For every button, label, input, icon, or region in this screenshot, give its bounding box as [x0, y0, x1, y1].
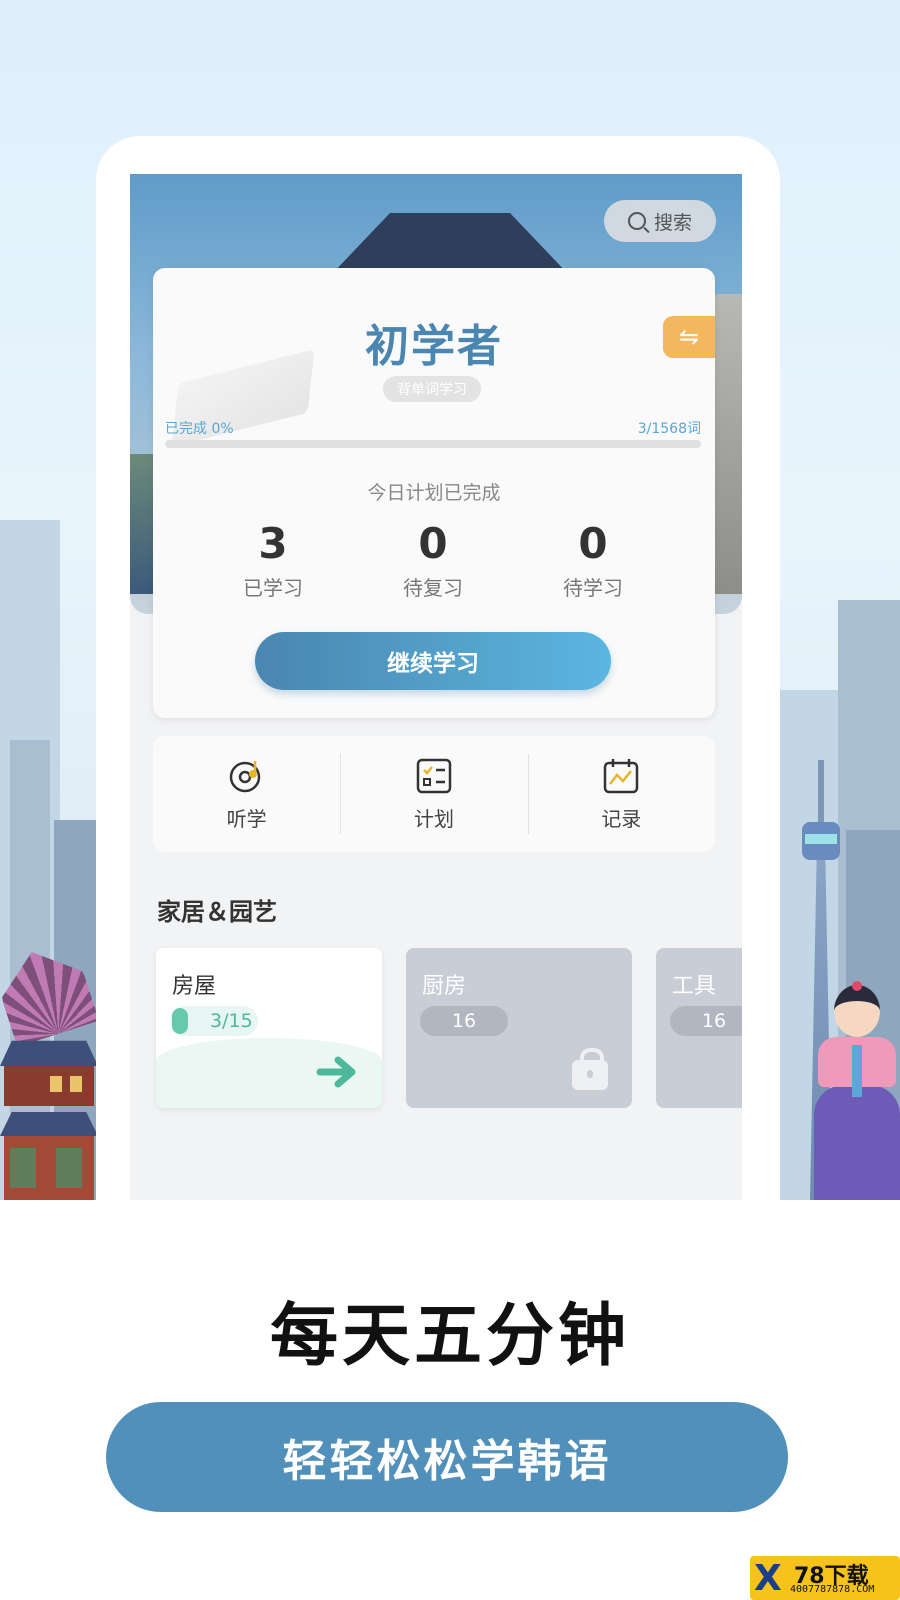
stat-label: 已学习 [243, 576, 303, 600]
today-status: 今日计划已完成 [367, 482, 501, 504]
level-title: 初学者 [365, 321, 503, 372]
progress-words-label: 3/1568词 [637, 421, 701, 437]
tool-plan[interactable]: 计划 [340, 736, 527, 852]
lock-icon [572, 1048, 608, 1090]
category-name: 厨房 [422, 974, 467, 999]
stat-to-review: 0 待复习 [373, 518, 493, 601]
stat-to-learn: 0 待学习 [533, 518, 653, 601]
stat-value: 0 [578, 519, 608, 568]
category-card-tools[interactable]: 工具 16 [656, 948, 742, 1108]
watermark-x-logo: X [754, 1558, 782, 1599]
phone-frame: 搜索 初学者 背单词学习 ⇋ 已完成 0% 3/1568词 今日计划已完成 3 … [96, 136, 780, 1200]
category-progress: 3/15 [170, 1006, 258, 1036]
stat-label: 待学习 [563, 576, 623, 600]
stat-learned: 3 已学习 [213, 518, 333, 601]
category-count: 16 [670, 1006, 742, 1036]
tool-listen[interactable]: 听学 [153, 736, 340, 852]
arrow-right-icon [316, 1056, 356, 1088]
category-count: 3/15 [210, 1010, 253, 1032]
category-card-kitchen[interactable]: 厨房 16 [406, 948, 632, 1108]
progress-bar [165, 440, 701, 448]
site-watermark-logo: X 78下载 4007787878.COM [750, 1556, 900, 1600]
stats-row: 3 已学习 0 待复习 0 待学习 [213, 518, 653, 601]
search-icon [627, 212, 646, 230]
progress-completed-label: 已完成 0% [165, 421, 234, 437]
tool-record[interactable]: 记录 [527, 736, 715, 852]
continue-study-button[interactable]: 继续学习 [255, 632, 611, 690]
stat-value: 0 [418, 519, 448, 568]
book-tag[interactable]: 背单词学习 [383, 376, 481, 402]
search-button[interactable]: 搜索 [604, 200, 716, 242]
category-count: 16 [420, 1006, 508, 1036]
promo-cta-button[interactable]: 轻轻松松学韩语 [106, 1402, 788, 1512]
search-label: 搜索 [653, 211, 692, 234]
stat-label: 待复习 [403, 576, 463, 600]
app-screen: 搜索 初学者 背单词学习 ⇋ 已完成 0% 3/1568词 今日计划已完成 3 … [130, 174, 742, 1200]
palace-illustration [0, 1030, 98, 1200]
stat-value: 3 [258, 519, 288, 568]
study-plan-card: 初学者 背单词学习 ⇋ 已完成 0% 3/1568词 今日计划已完成 3 已学习… [153, 268, 715, 718]
switch-book-button[interactable]: ⇋ [663, 316, 715, 358]
category-card-house[interactable]: 房屋 3/15 [156, 948, 382, 1108]
watermark-site: 4007787878.COM [790, 1584, 875, 1595]
plan-icon [416, 758, 452, 793]
progress-pill-icon [172, 1008, 188, 1034]
category-name: 房屋 [172, 974, 217, 999]
temple-roof-image [330, 213, 570, 276]
category-name: 工具 [672, 974, 717, 999]
listen-icon [229, 760, 260, 792]
tool-label: 计划 [413, 806, 454, 831]
switch-icon: ⇋ [678, 323, 700, 351]
record-icon [604, 758, 639, 793]
tool-label: 记录 [601, 806, 642, 831]
tools-bar: 听学 计划 记录 [153, 736, 715, 852]
tool-label: 听学 [226, 806, 267, 831]
slogan-heading: 每天五分钟 [269, 1297, 630, 1376]
category-section-title: 家居＆园艺 [157, 898, 277, 926]
hanbok-girl-illustration [814, 981, 900, 1200]
